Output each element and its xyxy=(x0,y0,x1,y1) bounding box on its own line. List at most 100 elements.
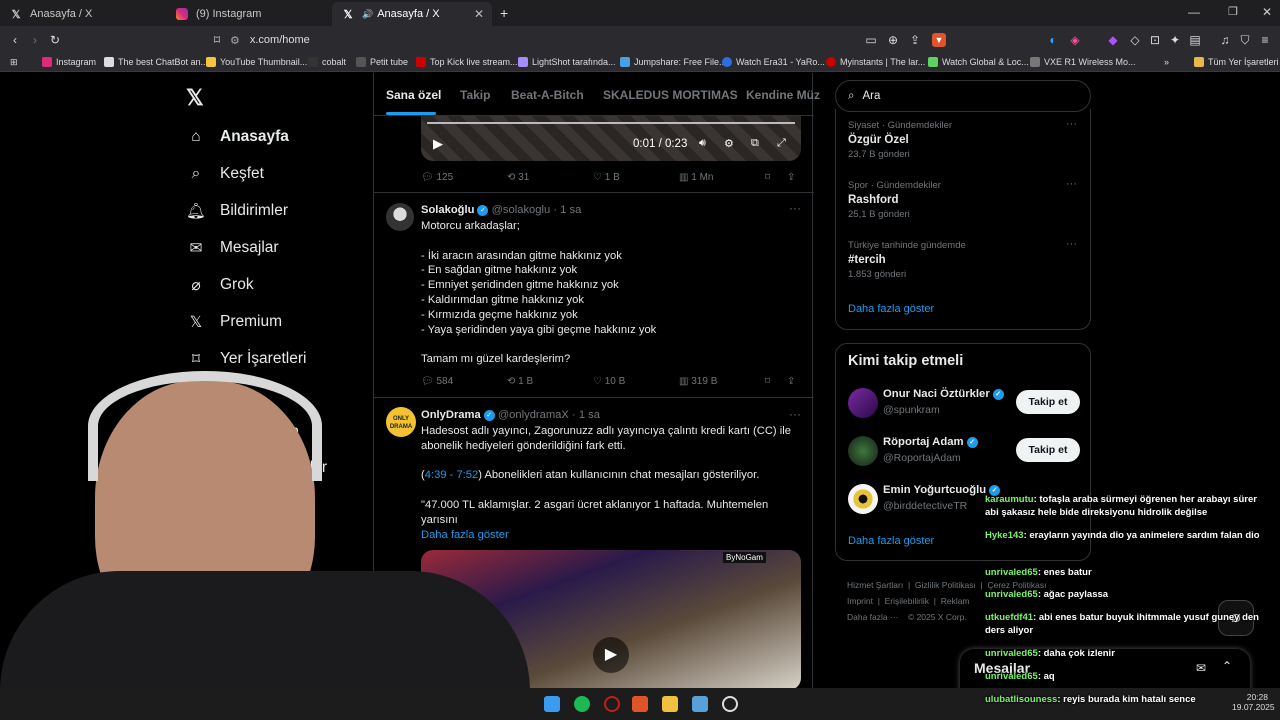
reload-icon[interactable]: ↻ xyxy=(48,33,62,47)
extension-diamond-icon[interactable]: ◇ xyxy=(1128,33,1142,47)
footer-link[interactable]: Daha fazla ··· xyxy=(847,612,899,622)
file-explorer-icon[interactable] xyxy=(662,696,678,712)
bookmark-item[interactable]: Top Kick live stream... xyxy=(416,57,518,67)
views-button[interactable]: ▥ 319 B xyxy=(679,376,717,387)
tab-for-you[interactable]: Sana özel xyxy=(386,88,441,102)
site-settings-icon[interactable]: ⚙ xyxy=(230,34,240,47)
extensions-icon[interactable]: ✦ xyxy=(1168,33,1182,47)
nav-notifications[interactable]: 🔔︎ Bildirimler xyxy=(186,201,288,221)
avatar[interactable] xyxy=(848,436,878,466)
tab-list[interactable]: SKALEDUS MORTIMAS xyxy=(603,88,738,102)
sidebar-icon[interactable]: ▤ xyxy=(1188,33,1202,47)
show-more-follow-link[interactable]: Daha fazla göster xyxy=(848,535,934,547)
extension-audio-icon[interactable]: ◐ xyxy=(1046,33,1060,47)
tab-x-home-1[interactable]: 𝕏 Anasayfa / X xyxy=(0,2,165,26)
settings-icon[interactable]: ⚙ xyxy=(724,137,734,150)
play-icon[interactable]: ▶ xyxy=(593,637,629,673)
tab-instagram[interactable]: (9) Instagram xyxy=(166,2,331,26)
pip-icon[interactable]: ⧉ xyxy=(751,137,759,150)
close-window-button[interactable]: ✕ xyxy=(1262,5,1272,19)
footer-link[interactable]: Gizlilik Politikası xyxy=(915,580,976,590)
nav-grok[interactable]: ⌀ Grok xyxy=(186,275,253,295)
like-button[interactable]: ♡ 10 B xyxy=(593,376,625,387)
bookmark-button[interactable]: ⌑ xyxy=(765,376,770,387)
tab-following[interactable]: Takip xyxy=(460,88,490,102)
spotify-icon[interactable] xyxy=(574,696,590,712)
video-player[interactable]: ▶ 0:01 / 0:23 🔊︎ ⚙ ⧉ ⤢ xyxy=(421,116,801,161)
bookmark-item[interactable]: Watch Global & Loc... xyxy=(928,57,1029,67)
play-icon[interactable]: ▶ xyxy=(433,136,443,152)
reply-button[interactable]: 💬︎ 125 xyxy=(421,172,453,183)
menu-icon[interactable]: ≡ xyxy=(1258,33,1272,47)
footer-link[interactable]: Hizmet Şartları xyxy=(847,580,903,590)
bookmark-page-icon[interactable]: ⌑ xyxy=(210,33,224,47)
footer-link[interactable]: Imprint xyxy=(847,596,873,606)
back-icon[interactable]: ‹ xyxy=(8,33,22,47)
author-name[interactable]: Solakoğlu xyxy=(421,204,474,216)
address-bar[interactable]: ⚙ x.com/home xyxy=(230,29,960,51)
windows-start-icon[interactable] xyxy=(544,696,560,712)
share-icon[interactable]: ⇪ xyxy=(908,33,922,47)
nav-messages[interactable]: ✉ Mesajlar xyxy=(186,238,279,258)
follow-button[interactable]: Takip et xyxy=(1016,438,1080,462)
nav-bookmarks[interactable]: ⌑ Yer İşaretleri xyxy=(186,349,306,369)
post-time[interactable]: · 1 sa xyxy=(572,409,600,421)
extension-shield-icon[interactable]: ◈ xyxy=(1068,33,1082,47)
bookmark-folder[interactable]: Tüm Yer İşaretleri xyxy=(1194,57,1279,67)
bookmark-item[interactable]: Watch Era31 - YaRo... xyxy=(722,57,825,67)
tab-list[interactable]: Kendine Müz xyxy=(746,88,820,102)
forward-icon[interactable]: › xyxy=(28,33,42,47)
nav-premium[interactable]: 𝕏 Premium xyxy=(186,312,282,332)
zoom-icon[interactable]: ⊕ xyxy=(886,33,900,47)
brave-shields-icon[interactable]: ▼ xyxy=(932,33,946,47)
share-button[interactable]: ⇪ xyxy=(787,376,795,387)
suggested-user-name[interactable]: Onur Naci Öztürkler ✓ xyxy=(883,388,1004,400)
close-tab-icon[interactable]: ✕ xyxy=(474,7,484,21)
video-progress-bar[interactable] xyxy=(427,122,795,124)
fullscreen-icon[interactable]: ⤢ xyxy=(777,137,786,150)
minimize-button[interactable]: — xyxy=(1188,5,1200,19)
suggested-user-handle[interactable]: @spunkram xyxy=(883,404,940,416)
bookmark-item[interactable]: YouTube Thumbnail... xyxy=(206,57,307,67)
steam-icon[interactable] xyxy=(722,696,738,712)
footer-link[interactable]: Erişilebilirlik xyxy=(885,596,929,606)
vpn-icon[interactable]: ⛉ xyxy=(1238,33,1252,47)
clock[interactable]: 20:28 19.07.2025 xyxy=(1232,692,1275,712)
extension-gamepad-icon[interactable]: ⊡ xyxy=(1148,33,1162,47)
share-button[interactable]: ⇪ xyxy=(787,172,795,183)
bookmark-item[interactable]: cobalt xyxy=(308,57,346,67)
bookmark-button[interactable]: ⌑ xyxy=(765,172,770,183)
app-icon[interactable] xyxy=(692,696,708,712)
suggested-user-name[interactable]: Röportaj Adam ✓ xyxy=(883,436,978,448)
more-bookmarks-icon[interactable]: » xyxy=(1164,57,1169,67)
bookmark-item[interactable]: Petit tube xyxy=(356,57,408,67)
bookmark-item[interactable]: The best ChatBot an... xyxy=(104,57,208,67)
author-handle[interactable]: @solakoglu xyxy=(492,204,551,216)
more-options-icon[interactable]: ··· xyxy=(1066,178,1077,190)
nav-explore[interactable]: ⌕ Keşfet xyxy=(186,164,264,184)
more-options-icon[interactable]: ··· xyxy=(789,407,801,421)
extension-purple-icon[interactable]: ◆ xyxy=(1106,33,1120,47)
bookmark-item[interactable]: Myinstants | The lar... xyxy=(826,57,925,67)
picture-in-picture-icon[interactable]: ▭ xyxy=(864,33,878,47)
search-input[interactable]: ⌕ Ara xyxy=(835,80,1091,112)
show-more-trends-link[interactable]: Daha fazla göster xyxy=(848,303,934,315)
views-button[interactable]: ▥ 1 Mn xyxy=(679,172,713,183)
avatar[interactable] xyxy=(848,388,878,418)
more-options-icon[interactable]: ··· xyxy=(789,201,801,215)
suggested-user-handle[interactable]: @birddetectiveTR xyxy=(883,500,967,512)
suggested-user-handle[interactable]: @RoportajAdam xyxy=(883,452,961,464)
apps-icon[interactable]: ⊞ xyxy=(10,57,18,68)
media-icon[interactable]: ♫ xyxy=(1218,33,1232,47)
trend-item[interactable]: Siyaset · Gündemdekiler Özgür Özel 23,7 … xyxy=(848,120,952,160)
opera-icon[interactable] xyxy=(604,696,620,712)
new-tab-button[interactable]: + xyxy=(500,5,508,21)
trend-item[interactable]: Türkiye tarihinde gündemde #tercih 1.853… xyxy=(848,240,966,280)
follow-button[interactable]: Takip et xyxy=(1016,390,1080,414)
maximize-button[interactable]: ❐ xyxy=(1228,5,1238,18)
bookmark-item[interactable]: VXE R1 Wireless Mo... xyxy=(1030,57,1136,67)
post-time[interactable]: · 1 sa xyxy=(553,204,581,216)
tab-list[interactable]: Beat-A-Bitch xyxy=(511,88,584,102)
suggested-user-name[interactable]: Emin Yoğurtcuoğlu ✓ xyxy=(883,484,1001,496)
bookmark-item[interactable]: LightShot tarafında... xyxy=(518,57,616,67)
